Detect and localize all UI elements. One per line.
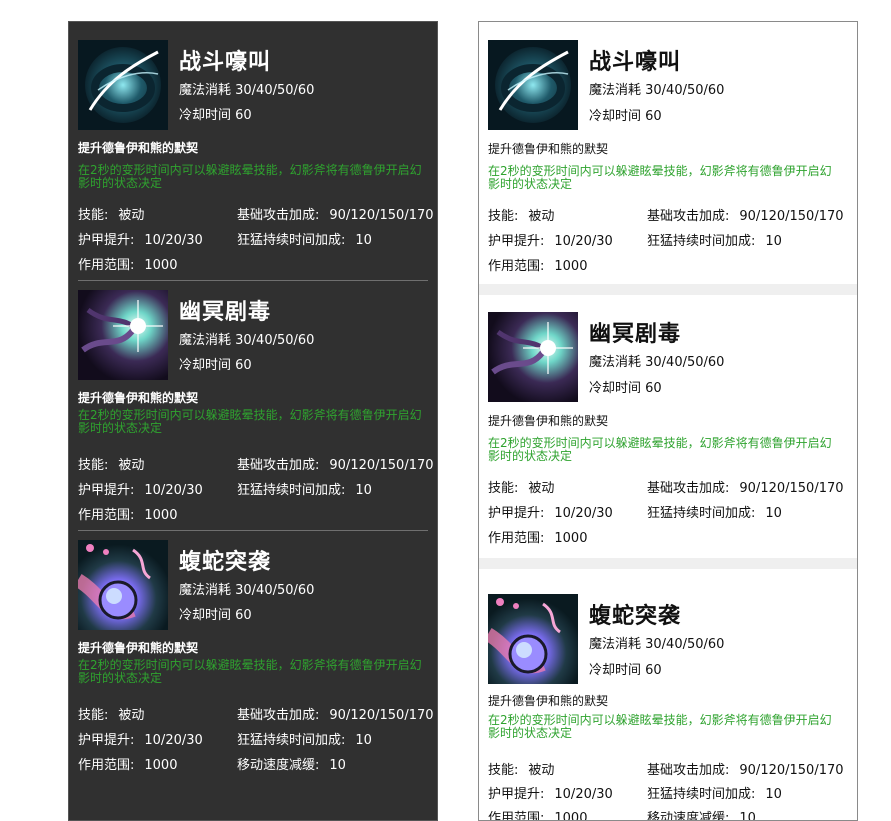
attr-armor: 护甲提升: 10/20/30 [78,233,203,248]
battle-cry-icon [78,40,168,130]
attr-base-attack: 基础攻击加成: 90/120/150/170 [647,763,844,778]
cooldown: 冷却时间 60 [179,108,252,123]
card-separator [479,284,857,295]
attr-range: 作用范围: 1000 [78,258,178,273]
skill-name: 幽冥剧毒 [179,300,272,325]
mana-cost: 魔法消耗 30/40/50/60 [589,637,725,652]
attr-armor: 护甲提升: 10/20/30 [488,234,613,249]
attr-range: 作用范围: 1000 [488,811,588,821]
viper-strike-icon [78,540,168,630]
attr-rage-duration: 狂猛持续时间加成: 10 [647,234,782,249]
skill-description: 提升德鲁伊和熊的默契 [78,391,199,405]
mana-cost: 魔法消耗 30/40/50/60 [179,333,315,348]
skill-lore: 在2秒的变形时间内可以躲避眩晕技能，幻影斧将有德鲁伊开启幻影时的状态决定 [488,713,832,740]
card-separator [479,558,857,569]
skill-lore: 在2秒的变形时间内可以躲避眩晕技能，幻影斧将有德鲁伊开启幻影时的状态决定 [78,658,422,685]
attr-range: 作用范围: 1000 [78,758,178,773]
battle-cry-icon [488,40,578,130]
skill-description: 提升德鲁伊和熊的默契 [488,414,609,428]
skill-name: 战斗嚎叫 [179,50,272,75]
attr-armor: 护甲提升: 10/20/30 [488,506,613,521]
attr-rage-duration: 狂猛持续时间加成: 10 [647,787,782,802]
dark-skill-panel: 战斗嚎叫 魔法消耗 30/40/50/60 冷却时间 60 提升德鲁伊和熊的默契… [68,21,438,821]
attr-base-attack: 基础攻击加成: 90/120/150/170 [647,481,844,496]
attr-slow: 移动速度减缓: 10 [647,811,756,821]
attr-skill-type: 技能: 被动 [488,481,555,496]
attr-range: 作用范围: 1000 [488,531,588,546]
skill-lore: 在2秒的变形时间内可以躲避眩晕技能，幻影斧将有德鲁伊开启幻影时的状态决定 [488,164,832,191]
attr-skill-type: 技能: 被动 [488,763,555,778]
cooldown: 冷却时间 60 [589,381,662,396]
attr-range: 作用范围: 1000 [488,259,588,274]
attr-slow: 移动速度减缓: 10 [237,758,346,773]
attr-rage-duration: 狂猛持续时间加成: 10 [237,733,372,748]
mana-cost: 魔法消耗 30/40/50/60 [179,83,315,98]
attr-skill-type: 技能: 被动 [78,458,145,473]
attr-skill-type: 技能: 被动 [78,208,145,223]
attr-armor: 护甲提升: 10/20/30 [488,787,613,802]
skill-name: 幽冥剧毒 [589,322,682,347]
attr-skill-type: 技能: 被动 [488,209,555,224]
attr-base-attack: 基础攻击加成: 90/120/150/170 [647,209,844,224]
attr-base-attack: 基础攻击加成: 90/120/150/170 [237,708,434,723]
skill-description: 提升德鲁伊和熊的默契 [488,694,609,708]
divider [78,530,428,531]
skill-description: 提升德鲁伊和熊的默契 [488,142,609,156]
light-skill-panel: 战斗嚎叫 魔法消耗 30/40/50/60 冷却时间 60 提升德鲁伊和熊的默契… [478,21,858,821]
cooldown: 冷却时间 60 [179,608,252,623]
viper-strike-icon [488,594,578,684]
mana-cost: 魔法消耗 30/40/50/60 [179,583,315,598]
nether-poison-icon [488,312,578,402]
skill-lore: 在2秒的变形时间内可以躲避眩晕技能，幻影斧将有德鲁伊开启幻影时的状态决定 [78,163,422,190]
mana-cost: 魔法消耗 30/40/50/60 [589,355,725,370]
skill-description: 提升德鲁伊和熊的默契 [78,641,199,655]
skill-lore: 在2秒的变形时间内可以躲避眩晕技能，幻影斧将有德鲁伊开启幻影时的状态决定 [78,408,422,435]
skill-name: 战斗嚎叫 [589,50,682,75]
attr-armor: 护甲提升: 10/20/30 [78,733,203,748]
cooldown: 冷却时间 60 [589,109,662,124]
skill-name: 蝮蛇突袭 [179,550,272,575]
cooldown: 冷却时间 60 [179,358,252,373]
mana-cost: 魔法消耗 30/40/50/60 [589,83,725,98]
attr-range: 作用范围: 1000 [78,508,178,523]
skill-description: 提升德鲁伊和熊的默契 [78,141,199,155]
cooldown: 冷却时间 60 [589,663,662,678]
attr-rage-duration: 狂猛持续时间加成: 10 [647,506,782,521]
attr-rage-duration: 狂猛持续时间加成: 10 [237,233,372,248]
attr-armor: 护甲提升: 10/20/30 [78,483,203,498]
divider [78,280,428,281]
attr-base-attack: 基础攻击加成: 90/120/150/170 [237,208,434,223]
skill-lore: 在2秒的变形时间内可以躲避眩晕技能，幻影斧将有德鲁伊开启幻影时的状态决定 [488,436,832,463]
attr-base-attack: 基础攻击加成: 90/120/150/170 [237,458,434,473]
attr-rage-duration: 狂猛持续时间加成: 10 [237,483,372,498]
skill-name: 蝮蛇突袭 [589,604,682,629]
nether-poison-icon [78,290,168,380]
attr-skill-type: 技能: 被动 [78,708,145,723]
